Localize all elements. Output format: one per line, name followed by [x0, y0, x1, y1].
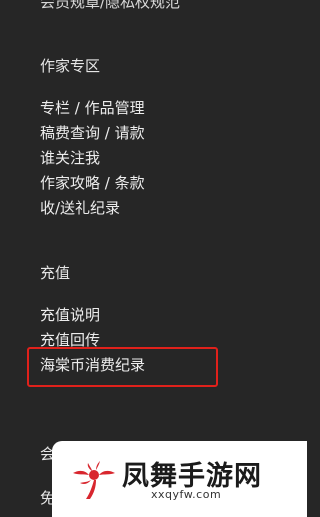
- menu-item-recharge-info[interactable]: 充值说明: [40, 303, 145, 328]
- top-cutoff-link[interactable]: 会员规章/隐私权规范: [40, 0, 180, 12]
- menu-item-column-works[interactable]: 专栏 / 作品管理: [40, 96, 145, 121]
- writer-menu: 专栏 / 作品管理 稿费查询 / 请款 谁关注我 作家攻略 / 条款 收/送礼纪…: [40, 96, 145, 221]
- menu-item-royalty-query[interactable]: 稿费查询 / 请款: [40, 121, 145, 146]
- watermark-url: xxqyfw.com: [151, 488, 222, 501]
- menu-item-gift-records[interactable]: 收/送礼纪录: [40, 196, 145, 221]
- watermark-banner: 凤舞手游网 xxqyfw.com: [52, 441, 307, 517]
- menu-item-writer-guide[interactable]: 作家攻略 / 条款: [40, 171, 145, 196]
- phoenix-logo-icon: [73, 461, 115, 499]
- section-title-writer: 作家专区: [40, 57, 101, 75]
- menu-item-followers[interactable]: 谁关注我: [40, 146, 145, 171]
- highlight-annotation-box: [27, 347, 218, 387]
- section-title-recharge: 充值: [40, 264, 71, 282]
